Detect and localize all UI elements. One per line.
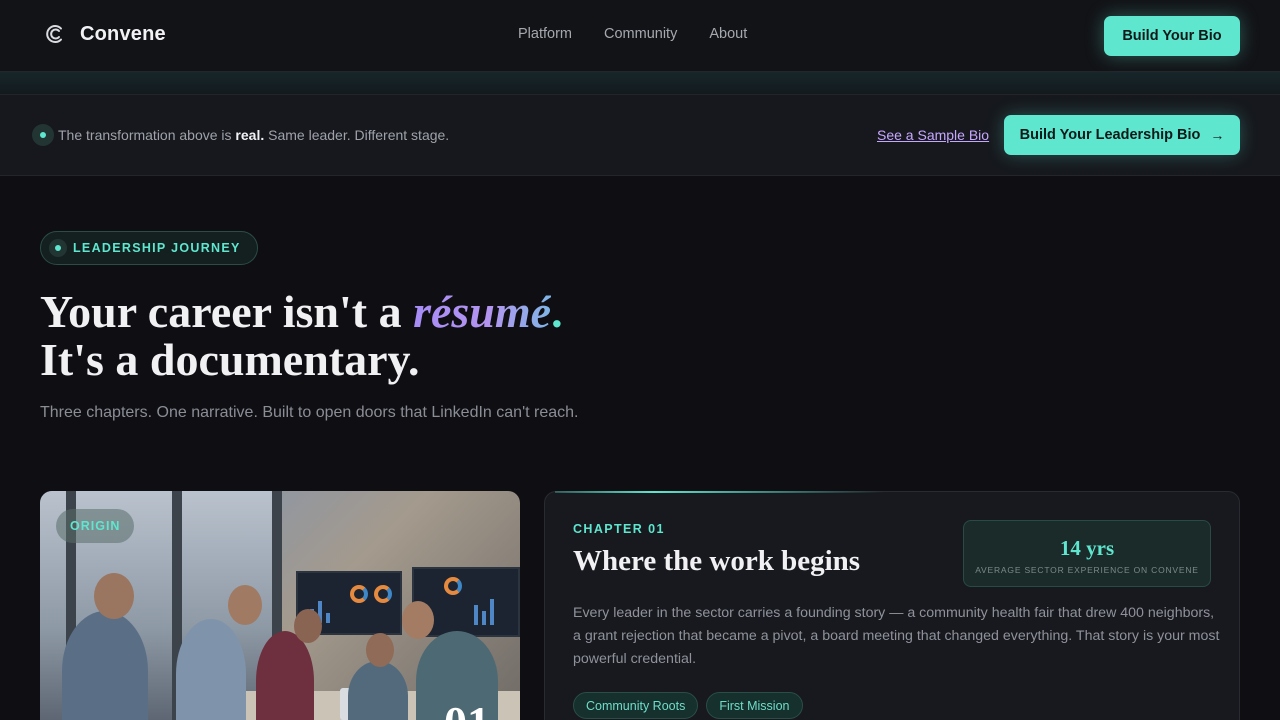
build-leadership-bio-button[interactable]: Build Your Leadership Bio → — [1004, 115, 1240, 155]
badge-label: LEADERSHIP JOURNEY — [73, 241, 241, 255]
banner-text-end: Same leader. Different stage. — [264, 127, 450, 143]
chapter-tags: Community Roots First Mission — [573, 692, 803, 719]
hero-headline: Your career isn't a résumé. It's a docum… — [40, 288, 563, 384]
chapter-number: 01 — [444, 696, 490, 720]
badge-dot-icon — [49, 239, 67, 257]
build-leadership-bio-label: Build Your Leadership Bio — [1019, 127, 1201, 143]
build-your-bio-button[interactable]: Build Your Bio — [1104, 16, 1240, 56]
transformation-banner: The transformation above is real. Same l… — [0, 94, 1280, 176]
headline-line2: It's a documentary. — [40, 334, 420, 385]
brand-name: Convene — [80, 22, 166, 45]
leadership-journey-badge: LEADERSHIP JOURNEY — [40, 231, 258, 265]
hero-subhead: Three chapters. One narrative. Built to … — [40, 404, 579, 421]
card-accent-line — [555, 491, 885, 493]
see-sample-bio-link[interactable]: See a Sample Bio — [877, 127, 989, 143]
nav-link-about[interactable]: About — [709, 26, 747, 42]
arrow-right-icon: → — [1210, 127, 1225, 143]
banner-text: The transformation above is real. Same l… — [58, 127, 449, 143]
banner-text-bold: real. — [235, 127, 265, 143]
headline-accent: résumé — [413, 286, 552, 337]
headline-dot: . — [551, 286, 563, 337]
stat-label: AVERAGE SECTOR EXPERIENCE ON CONVENE — [975, 565, 1199, 575]
nav-links: Platform Community About — [518, 26, 747, 42]
nav-glow-divider — [0, 72, 1280, 94]
tag-community-roots[interactable]: Community Roots — [573, 692, 699, 719]
tag-first-mission[interactable]: First Mission — [706, 692, 803, 719]
nav-link-community[interactable]: Community — [604, 26, 677, 42]
origin-tag: ORIGIN — [56, 509, 135, 543]
chapter-body: Every leader in the sector carries a fou… — [573, 605, 1220, 667]
chapter-kicker: CHAPTER 01 — [573, 522, 665, 536]
top-nav: Convene Platform Community About Build Y… — [0, 0, 1280, 72]
convene-logo-icon — [46, 25, 62, 43]
brand[interactable]: Convene — [44, 22, 166, 46]
status-dot-icon — [32, 124, 54, 146]
chapter-title: Where the work begins — [573, 545, 861, 577]
experience-stat: 14 yrs AVERAGE SECTOR EXPERIENCE ON CONV… — [963, 520, 1211, 587]
stat-value: 14 yrs — [1059, 536, 1115, 560]
nav-link-platform[interactable]: Platform — [518, 26, 572, 42]
chapter-card: CHAPTER 01 Where the work begins 14 yrs … — [544, 491, 1240, 720]
banner-text-start: The transformation above is — [58, 127, 236, 143]
origin-photo: ORIGIN 01 — [40, 491, 520, 720]
headline-line1: Your career isn't a — [40, 286, 414, 337]
